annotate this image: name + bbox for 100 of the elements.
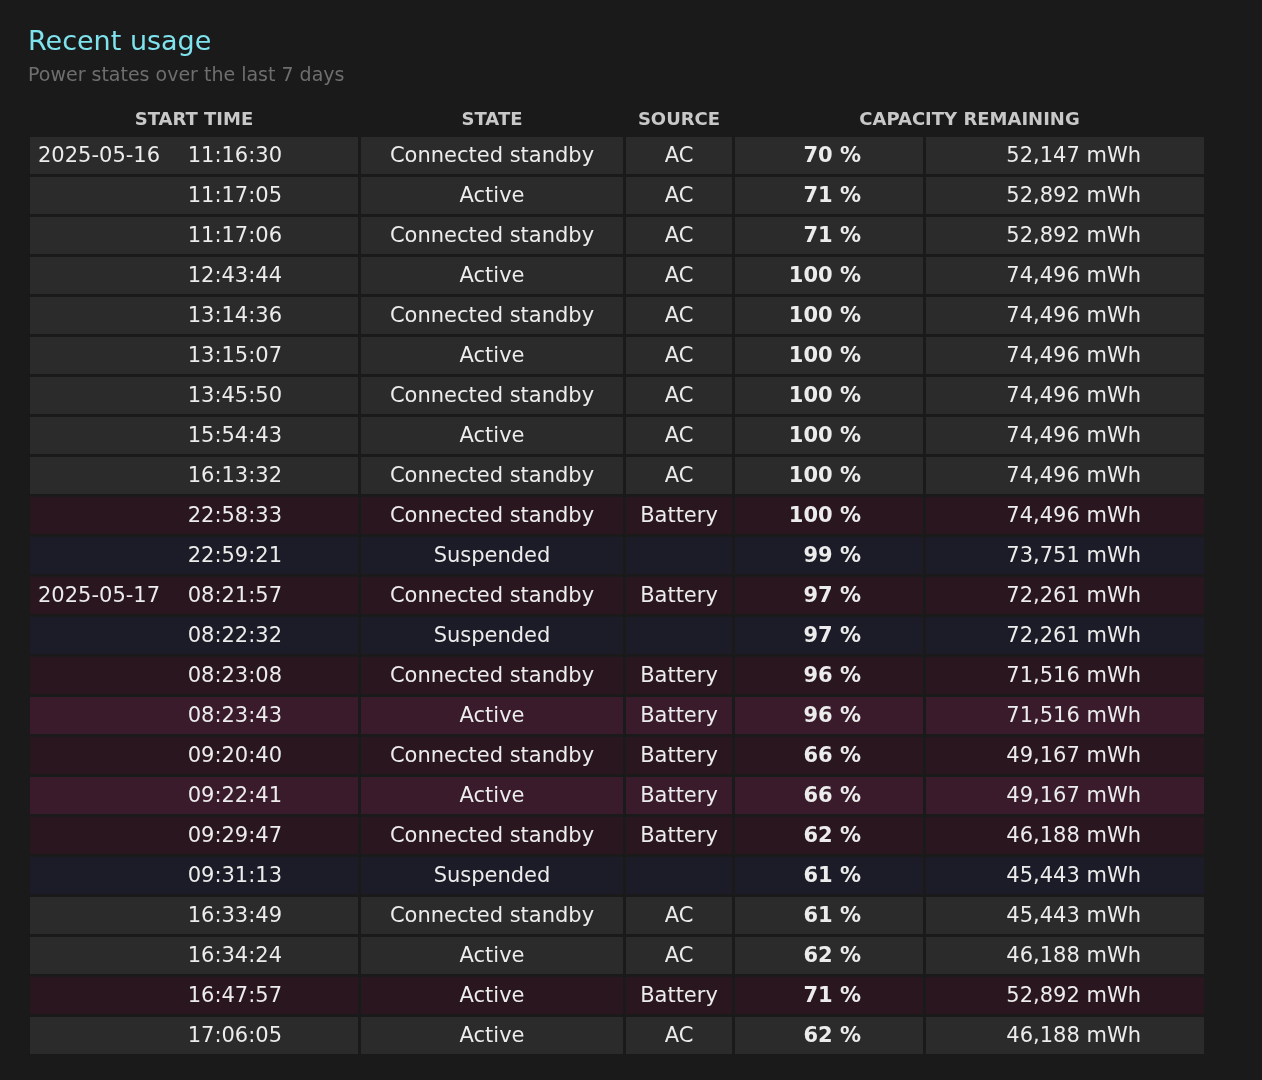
time-text: 12:43:44 <box>187 265 282 286</box>
table-cell: Suspended <box>361 537 623 574</box>
table-cell: 71 % <box>735 977 923 1014</box>
table-cell: AC <box>626 257 732 294</box>
table-cell: Active <box>361 777 623 814</box>
table-cell: 100 % <box>735 297 923 334</box>
table-cell: 62 % <box>735 1017 923 1054</box>
table-cell: AC <box>626 217 732 254</box>
time-text: 16:33:49 <box>187 905 282 926</box>
table-cell: 46,188 mWh <box>926 937 1204 974</box>
table-cell: AC <box>626 457 732 494</box>
table-cell: Connected standby <box>361 657 623 694</box>
table-cell: 100 % <box>735 257 923 294</box>
table-cell: 62 % <box>735 937 923 974</box>
date-text: 2025-05-17 <box>38 585 161 606</box>
table-cell: AC <box>626 897 732 934</box>
table-cell: 100 % <box>735 457 923 494</box>
table-cell: 71,516 mWh <box>926 657 1204 694</box>
table-cell: Active <box>361 257 623 294</box>
table-cell: AC <box>626 417 732 454</box>
table-cell: 61 % <box>735 897 923 934</box>
table-cell: Connected standby <box>361 137 623 174</box>
time-text: 13:14:36 <box>187 305 282 326</box>
table-cell: Active <box>361 977 623 1014</box>
table-cell: 74,496 mWh <box>926 417 1204 454</box>
table-cell: 46,188 mWh <box>926 1017 1204 1054</box>
table-cell: 97 % <box>735 577 923 614</box>
column-header: START TIME <box>134 106 254 131</box>
table-cell: Active <box>361 177 623 214</box>
table-cell: 49,167 mWh <box>926 777 1204 814</box>
time-text: 16:13:32 <box>187 465 282 486</box>
table-cell: Battery <box>626 737 732 774</box>
table-cell: 66 % <box>735 737 923 774</box>
table-cell: 73,751 mWh <box>926 537 1204 574</box>
table-cell: AC <box>626 937 732 974</box>
column-header: SOURCE <box>637 106 721 131</box>
table-cell: Suspended <box>361 857 623 894</box>
table-cell: 100 % <box>735 337 923 374</box>
column-header: STATE <box>461 106 523 131</box>
section-subtitle: Power states over the last 7 days <box>28 62 345 87</box>
time-text: 22:58:33 <box>187 505 282 526</box>
table-cell: Battery <box>626 777 732 814</box>
time-text: 08:23:08 <box>187 665 282 686</box>
time-text: 11:17:06 <box>187 225 282 246</box>
table-cell: 99 % <box>735 537 923 574</box>
table-cell: 72,261 mWh <box>926 617 1204 654</box>
table-cell: AC <box>626 377 732 414</box>
table-cell: Battery <box>626 577 732 614</box>
time-text: 13:15:07 <box>187 345 282 366</box>
time-text: 17:06:05 <box>187 1025 282 1046</box>
table-cell: Connected standby <box>361 497 623 534</box>
table-cell: Battery <box>626 817 732 854</box>
table-cell: 96 % <box>735 657 923 694</box>
table-cell: Suspended <box>361 617 623 654</box>
table-cell: 100 % <box>735 497 923 534</box>
table-cell: Connected standby <box>361 897 623 934</box>
table-cell: 45,443 mWh <box>926 897 1204 934</box>
time-text: 09:22:41 <box>187 785 282 806</box>
table-cell: Connected standby <box>361 577 623 614</box>
table-cell: AC <box>626 1017 732 1054</box>
table-cell: Battery <box>626 657 732 694</box>
time-text: 08:21:57 <box>187 585 282 606</box>
table-cell: Connected standby <box>361 457 623 494</box>
table-cell: Active <box>361 337 623 374</box>
table-cell: AC <box>626 177 732 214</box>
time-text: 09:20:40 <box>187 745 282 766</box>
time-text: 08:23:43 <box>187 705 282 726</box>
table-cell: 100 % <box>735 377 923 414</box>
table-cell: 71,516 mWh <box>926 697 1204 734</box>
table-cell: Connected standby <box>361 297 623 334</box>
table-cell: 70 % <box>735 137 923 174</box>
table-cell: 45,443 mWh <box>926 857 1204 894</box>
table-cell: AC <box>626 297 732 334</box>
table-cell: Active <box>361 937 623 974</box>
table-cell: 74,496 mWh <box>926 337 1204 374</box>
section-title: Recent usage <box>28 24 212 58</box>
table-cell: Battery <box>626 977 732 1014</box>
table-cell: 100 % <box>735 417 923 454</box>
table-cell: 61 % <box>735 857 923 894</box>
table-cell: Battery <box>626 497 732 534</box>
table-cell: 96 % <box>735 697 923 734</box>
table-cell: 71 % <box>735 177 923 214</box>
table-cell: 97 % <box>735 617 923 654</box>
table-cell: 74,496 mWh <box>926 497 1204 534</box>
table-cell: Connected standby <box>361 737 623 774</box>
table-cell: 74,496 mWh <box>926 377 1204 414</box>
time-text: 11:17:05 <box>187 185 282 206</box>
table-cell: Connected standby <box>361 817 623 854</box>
table-cell: 74,496 mWh <box>926 297 1204 334</box>
time-text: 09:31:13 <box>187 865 282 886</box>
time-text: 08:22:32 <box>187 625 282 646</box>
table-cell: 74,496 mWh <box>926 457 1204 494</box>
table-cell: Active <box>361 417 623 454</box>
table-cell: 72,261 mWh <box>926 577 1204 614</box>
time-text: 11:16:30 <box>187 145 282 166</box>
time-text: 16:47:57 <box>187 985 282 1006</box>
time-text: 15:54:43 <box>187 425 282 446</box>
date-text: 2025-05-16 <box>38 145 161 166</box>
table-cell: 52,892 mWh <box>926 177 1204 214</box>
time-text: 22:59:21 <box>187 545 282 566</box>
